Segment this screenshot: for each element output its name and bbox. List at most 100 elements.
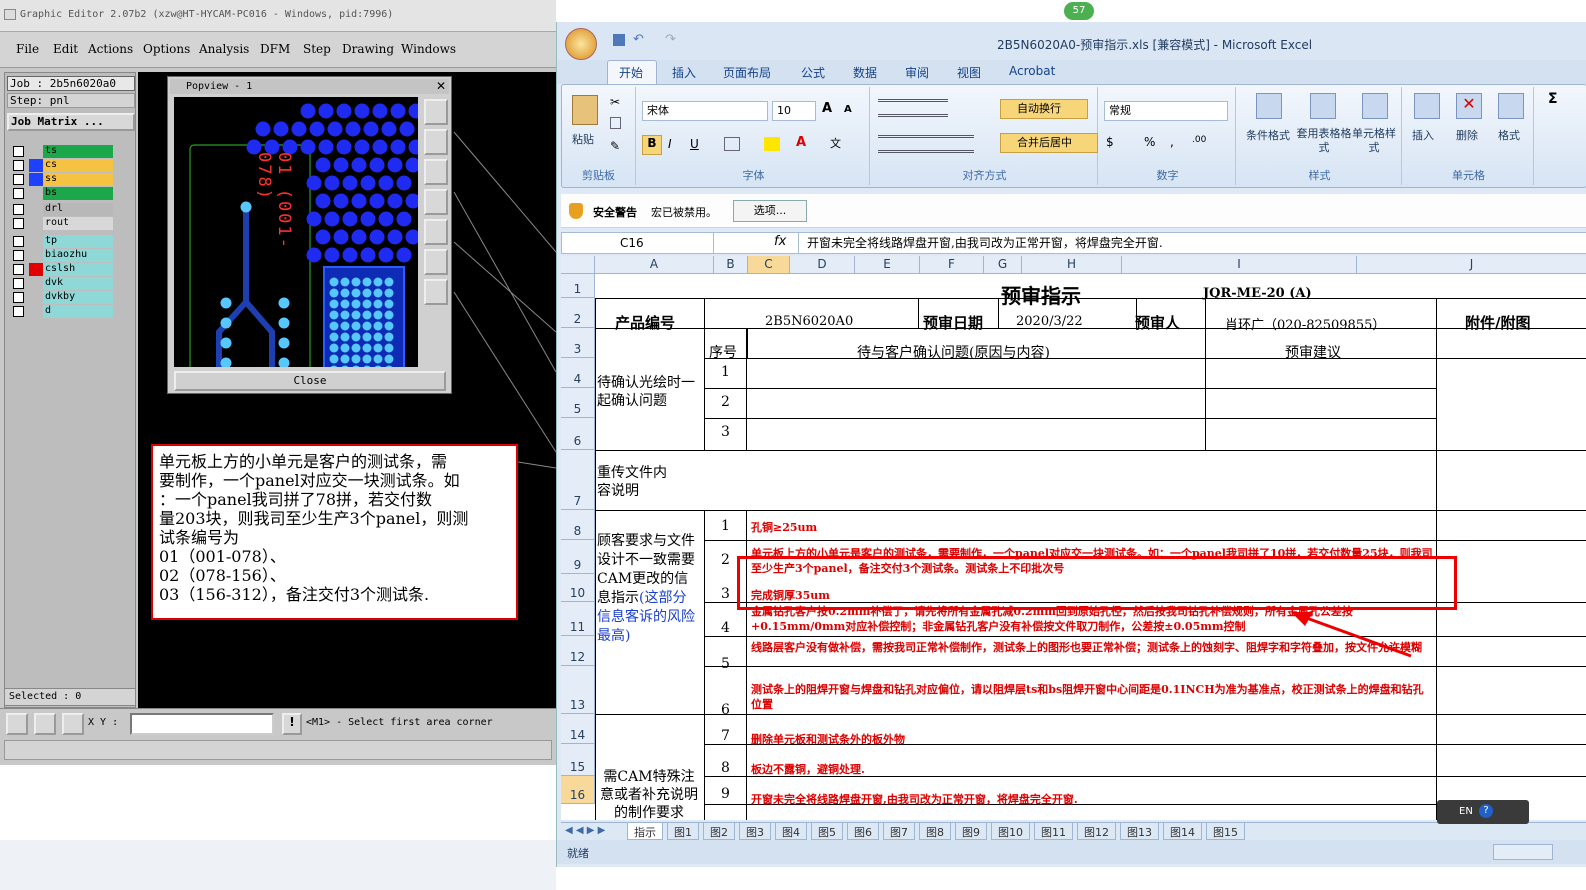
insert-button[interactable]: 插入 [1412, 127, 1434, 143]
menu-drawing[interactable]: Drawing [342, 42, 394, 56]
cell-style-button[interactable]: 单元格样式 [1350, 127, 1398, 155]
bold-icon[interactable]: B [642, 135, 662, 155]
select-tool-icon[interactable] [6, 713, 28, 735]
conditional-format-button[interactable]: 条件格式 [1238, 127, 1298, 143]
office-button[interactable] [565, 28, 597, 60]
layer-checkbox[interactable] [13, 188, 24, 199]
tab-page-layout[interactable]: 页面布局 [723, 64, 771, 81]
number-format-box[interactable]: 常规 [1104, 101, 1228, 121]
undo-icon[interactable]: ↶ [633, 32, 644, 47]
menu-dfm[interactable]: DFM [260, 42, 290, 56]
sheet-tab[interactable]: 图2 [703, 823, 735, 840]
layer-checkbox[interactable] [13, 160, 24, 171]
pan-up-icon[interactable] [424, 129, 448, 155]
menu-windows[interactable]: Windows [401, 42, 456, 56]
font-color-icon[interactable]: A [796, 135, 806, 150]
layer-checkbox[interactable] [13, 264, 24, 275]
layer-checkbox[interactable] [13, 174, 24, 185]
close-button[interactable]: Close [174, 371, 446, 391]
layer-row[interactable]: tp [13, 235, 117, 248]
layer-checkbox[interactable] [13, 236, 24, 247]
sheet-tab[interactable]: 图6 [847, 823, 879, 840]
decimal-icon[interactable]: .00 [1192, 135, 1206, 145]
sheet-nav-icon[interactable]: ◀ ◀ ▶ ▶ [565, 825, 605, 836]
job-matrix-button[interactable]: Job Matrix ... [7, 113, 135, 131]
name-box[interactable]: C16 [562, 233, 714, 253]
row-header[interactable]: 3 [561, 328, 595, 358]
fill-color-icon[interactable] [764, 137, 780, 151]
border-icon[interactable] [724, 137, 740, 151]
row-header[interactable]: 1 [561, 274, 595, 298]
table-format-icon[interactable] [1310, 93, 1336, 119]
italic-icon[interactable]: I [668, 137, 672, 151]
horizontal-align-icon[interactable] [878, 135, 974, 153]
layer-row[interactable]: dvkby [13, 291, 117, 304]
cut-icon[interactable]: ✂ [610, 95, 620, 109]
layer-row[interactable]: rout [13, 217, 117, 230]
sheet-tab[interactable]: 图9 [955, 823, 987, 840]
layer-row[interactable]: biaozhu [13, 249, 117, 262]
row-header[interactable]: 12 [561, 636, 595, 666]
format-icon[interactable] [1498, 93, 1524, 119]
zoom-fit-icon[interactable] [424, 99, 448, 125]
row-header[interactable]: 5 [561, 388, 595, 418]
worksheet-grid[interactable]: ABCDEFGHIJ 1 2 3 4 5 6 7 8 9 10 11 12 13 14 15 16 预审指示 … [561, 256, 1586, 820]
pan-left-icon[interactable] [424, 189, 448, 215]
sum-icon[interactable]: Σ [1548, 91, 1558, 107]
table-format-button[interactable]: 套用表格格式 [1296, 127, 1352, 155]
layer-checkbox[interactable] [13, 292, 24, 303]
column-header[interactable]: F [920, 256, 984, 274]
menu-options[interactable]: Options [143, 42, 190, 56]
tab-home[interactable]: 开始 [619, 64, 643, 81]
wrap-text-button[interactable]: 自动换行 [1000, 99, 1088, 119]
layer-checkbox[interactable] [13, 218, 24, 229]
redo-icon[interactable]: ↷ [665, 32, 676, 47]
pan-right-icon[interactable] [424, 219, 448, 245]
paste-button[interactable]: 粘贴 [572, 131, 594, 147]
percent-icon[interactable]: % [1144, 135, 1155, 149]
formula-input[interactable]: 开窗未完全将线路焊盘开窗,由我司改为正常开窗，将焊盘完全开窗. [798, 233, 1586, 253]
row-header[interactable]: 6 [561, 418, 595, 450]
close-icon[interactable]: ✕ [436, 79, 446, 93]
sheet-tab[interactable]: 图3 [739, 823, 771, 840]
tab-acrobat[interactable]: Acrobat [1009, 64, 1055, 78]
language-bar[interactable]: EN ? [1437, 800, 1529, 824]
comma-icon[interactable]: , [1170, 135, 1174, 149]
column-header[interactable]: H [1022, 256, 1122, 274]
row-header[interactable]: 7 [561, 450, 595, 510]
shrink-font-icon[interactable]: A [844, 104, 852, 115]
scroll-bar[interactable] [4, 740, 552, 760]
tab-view[interactable]: 视图 [957, 64, 981, 81]
sheet-tab[interactable]: 图14 [1163, 823, 1202, 840]
menu-step[interactable]: Step [303, 42, 331, 56]
column-header[interactable]: D [790, 256, 855, 274]
sheet-tab[interactable]: 图5 [811, 823, 843, 840]
tab-data[interactable]: 数据 [853, 64, 877, 81]
sheet-tab[interactable]: 图8 [919, 823, 951, 840]
column-header[interactable]: C [748, 256, 790, 274]
sheet-tab[interactable]: 图12 [1077, 823, 1116, 840]
layer-row[interactable]: ss [13, 173, 117, 186]
tab-review[interactable]: 审阅 [905, 64, 929, 81]
delete-icon[interactable]: ✕ [1456, 93, 1482, 119]
column-header[interactable]: I [1122, 256, 1357, 274]
layer-checkbox[interactable] [13, 146, 24, 157]
insert-icon[interactable] [1414, 93, 1440, 119]
menu-analysis[interactable]: Analysis [199, 42, 249, 56]
tab-formulas[interactable]: 公式 [801, 64, 825, 81]
menu-edit[interactable]: Edit [53, 42, 78, 56]
format-button[interactable]: 格式 [1498, 127, 1520, 143]
column-header[interactable]: G [984, 256, 1022, 274]
layer-checkbox[interactable] [13, 278, 24, 289]
row-header[interactable]: 13 [561, 666, 595, 714]
sheet-tab[interactable]: 图11 [1034, 823, 1073, 840]
layer-checkbox[interactable] [13, 204, 24, 215]
row-header[interactable]: 8 [561, 510, 595, 540]
measure-tool-icon[interactable] [34, 713, 56, 735]
row-header[interactable]: 14 [561, 714, 595, 744]
column-header[interactable]: B [714, 256, 748, 274]
sheet-tab[interactable]: 图10 [991, 823, 1030, 840]
sheet-tab[interactable]: 图1 [667, 823, 699, 840]
row-header[interactable]: 9 [561, 540, 595, 574]
conditional-format-icon[interactable] [1256, 93, 1282, 119]
